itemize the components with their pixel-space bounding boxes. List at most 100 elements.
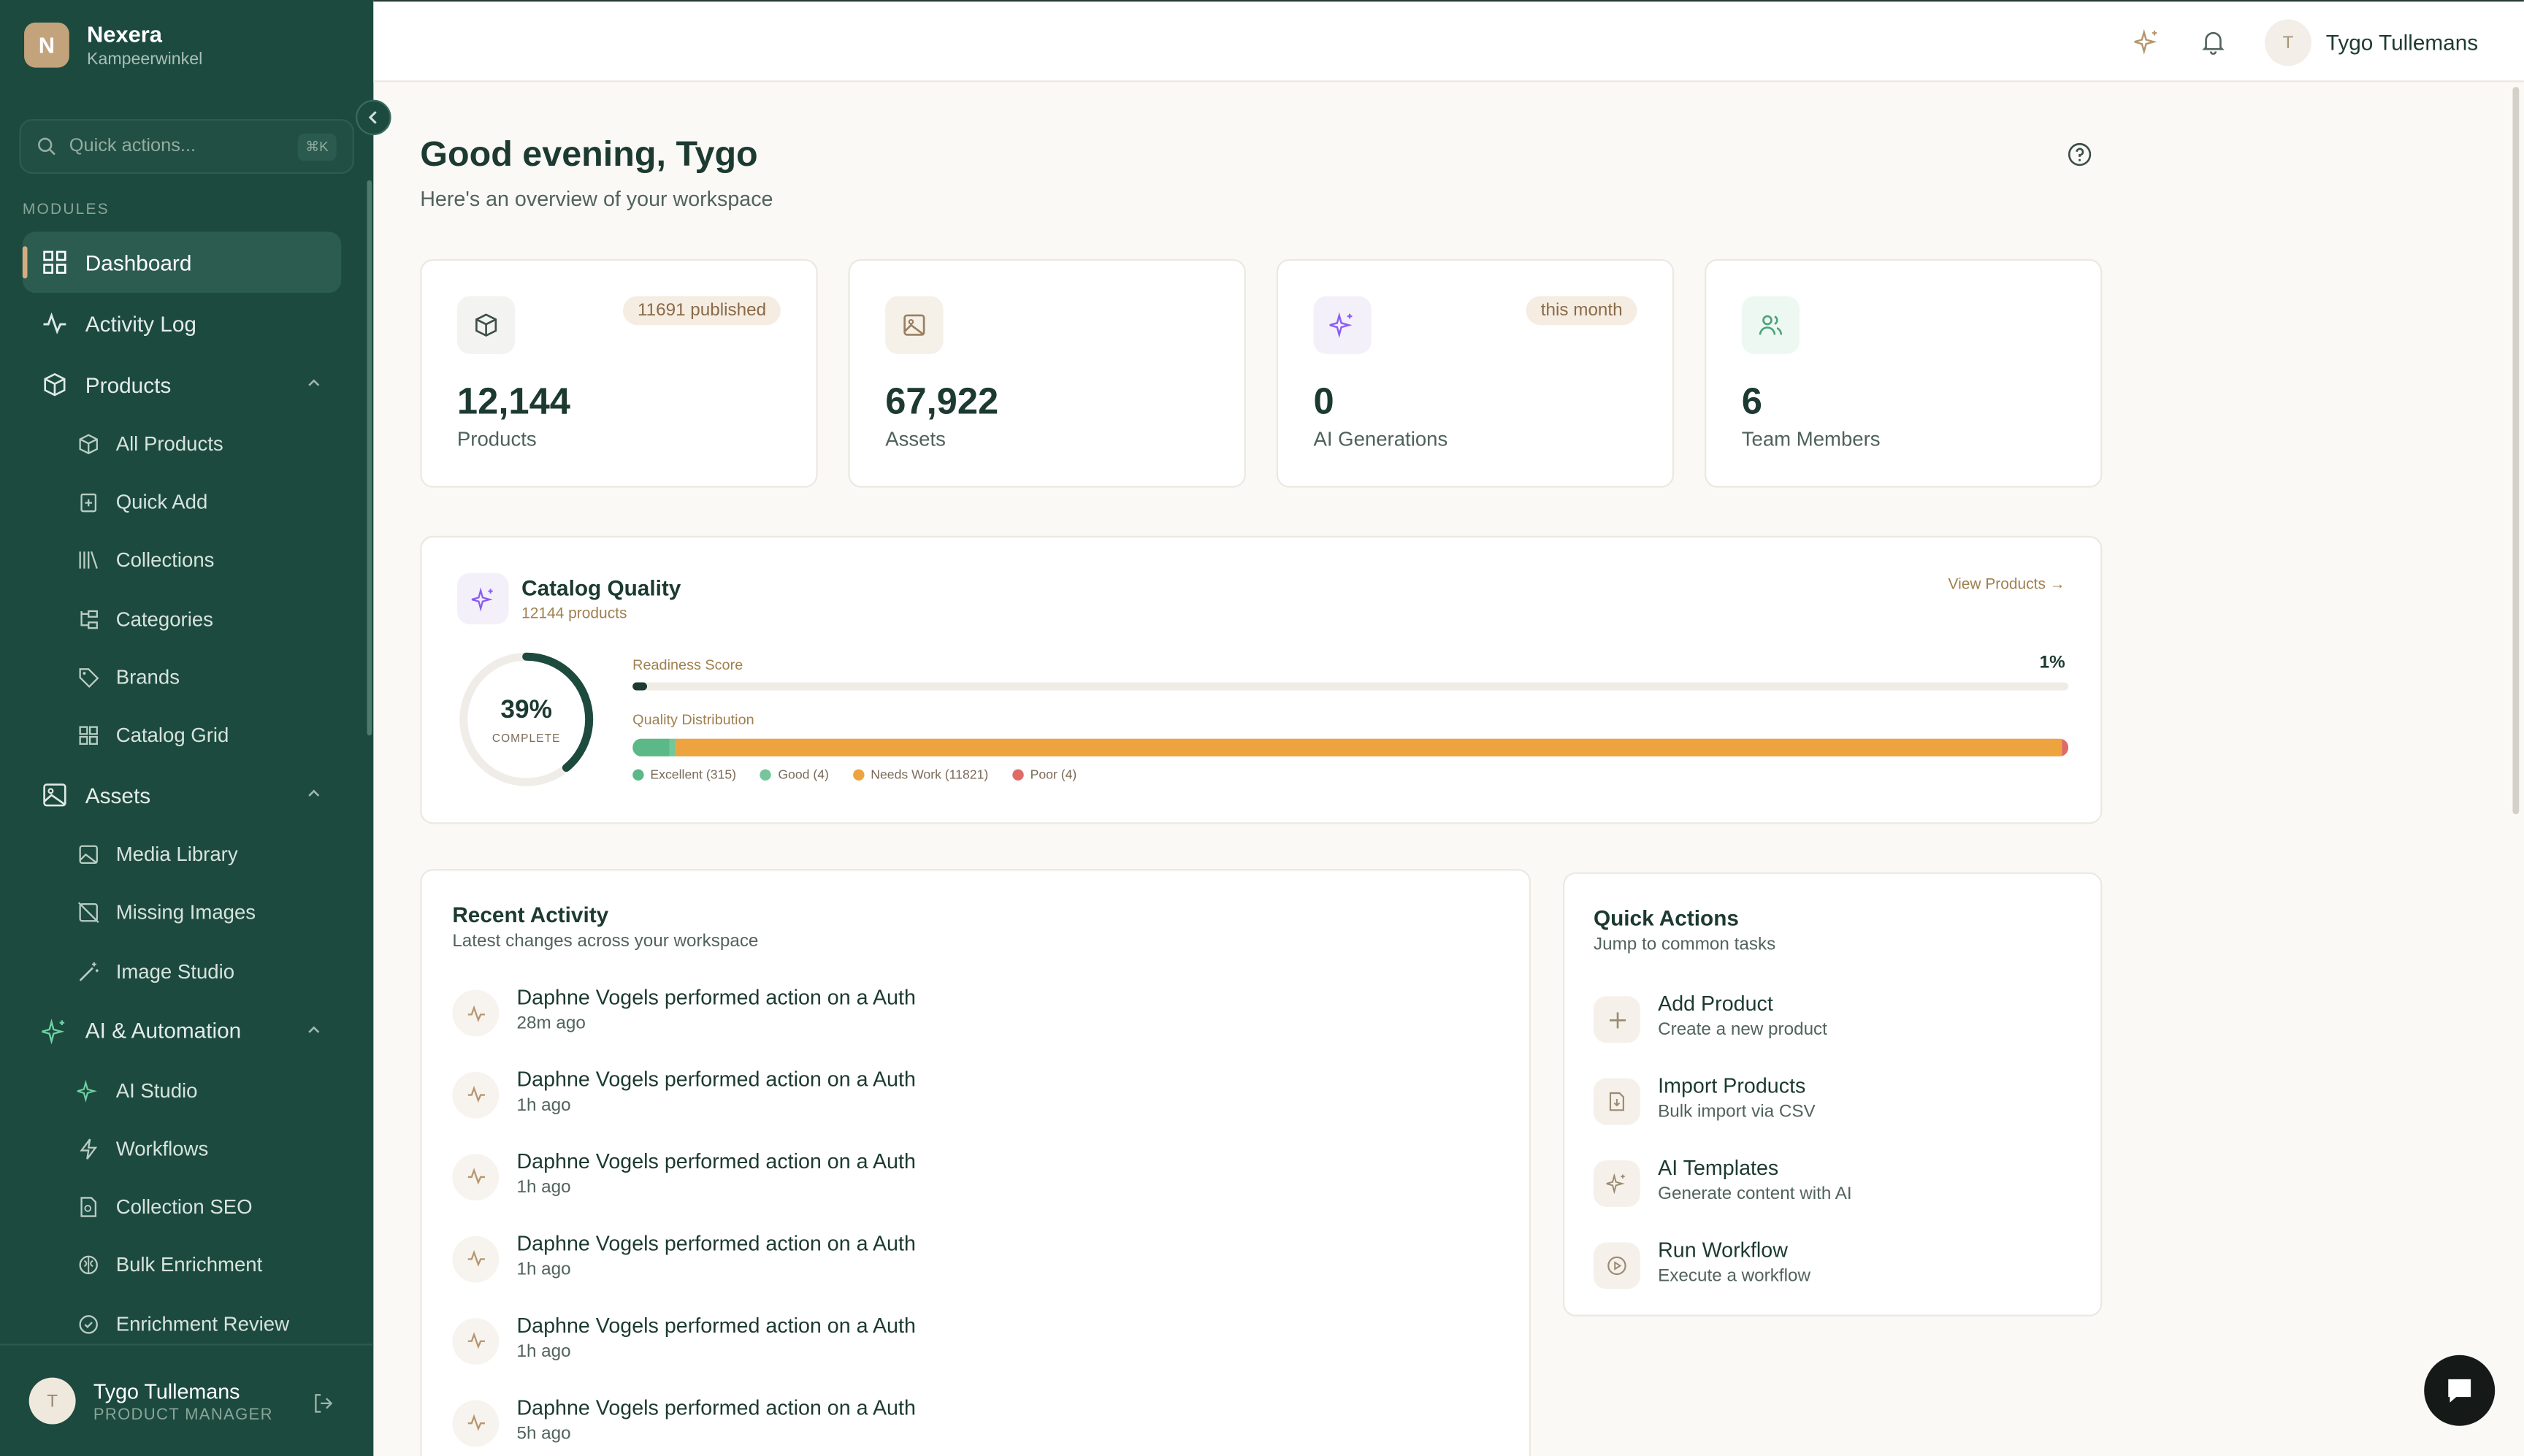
activity-action: performed action on a Auth bbox=[664, 1149, 916, 1173]
sidebar-item-ai-studio[interactable]: AI Studio bbox=[23, 1062, 341, 1120]
play-circle-icon bbox=[1593, 1242, 1640, 1290]
brand-subtitle: Kampeerwinkel bbox=[87, 50, 203, 69]
activity-item[interactable]: Daphne Vogels performed action on a Auth… bbox=[452, 1313, 1483, 1377]
activity-action: performed action on a Auth bbox=[664, 1312, 916, 1337]
sidebar-item-label: Products bbox=[85, 372, 172, 397]
collapse-sidebar-button[interactable] bbox=[356, 99, 391, 136]
stat-label: AI Generations bbox=[1313, 428, 1448, 451]
sidebar-item-media-library[interactable]: Media Library bbox=[23, 826, 341, 884]
sidebar-item-catalog-grid[interactable]: Catalog Grid bbox=[23, 706, 341, 765]
sidebar-item-workflows[interactable]: Workflows bbox=[23, 1120, 341, 1179]
card-subtitle: Latest changes across your workspace bbox=[452, 932, 759, 951]
activity-item[interactable]: Daphne Vogels performed action on a Auth… bbox=[452, 985, 1483, 1049]
brain-icon bbox=[79, 1256, 98, 1275]
stat-card-ai-generations[interactable]: this month 0 AI Generations bbox=[1276, 258, 1675, 488]
box-icon bbox=[42, 372, 67, 397]
readiness-fill bbox=[632, 682, 647, 691]
catalog-quality-card: Catalog Quality 12144 products View Prod… bbox=[420, 535, 2103, 824]
distribution-label: Quality Distribution bbox=[632, 711, 754, 728]
stat-card-team-members[interactable]: 6 Team Members bbox=[1705, 258, 2103, 488]
quick-action-import-products[interactable]: Import Products Bulk import via CSV bbox=[1593, 1073, 2076, 1138]
file-import-icon bbox=[1593, 1078, 1640, 1125]
tag-icon bbox=[79, 667, 99, 688]
sparkles-icon bbox=[77, 1079, 97, 1103]
activity-time: 5h ago bbox=[516, 1423, 571, 1443]
sparkles-icon bbox=[42, 1018, 67, 1044]
stat-label: Team Members bbox=[1741, 428, 1881, 451]
quick-action-subtitle: Generate content with AI bbox=[1658, 1184, 1852, 1204]
completion-label: COMPLETE bbox=[492, 734, 561, 746]
chat-launcher-button[interactable] bbox=[2424, 1355, 2496, 1426]
user-profile[interactable]: T Tygo Tullemans PRODUCT MANAGER bbox=[0, 1344, 374, 1456]
readiness-label: Readiness Score bbox=[632, 656, 743, 673]
activity-action: performed action on a Auth bbox=[664, 1067, 916, 1092]
sidebar-item-quick-add[interactable]: Quick Add bbox=[23, 473, 341, 532]
activity-user: Daphne Vogels bbox=[516, 1394, 659, 1419]
stat-card-products[interactable]: 11691 published 12,144 Products bbox=[420, 258, 818, 488]
quick-action-run-workflow[interactable]: Run Workflow Execute a workflow bbox=[1593, 1238, 2076, 1302]
avatar[interactable]: T bbox=[2265, 19, 2311, 66]
quick-action-subtitle: Create a new product bbox=[1658, 1020, 1827, 1040]
plus-icon bbox=[1593, 996, 1640, 1043]
user-menu-name[interactable]: Tygo Tullemans bbox=[2326, 31, 2478, 55]
sidebar-item-ai-automation[interactable]: AI & Automation bbox=[23, 1000, 341, 1062]
sidebar-item-products[interactable]: Products bbox=[23, 354, 341, 415]
completion-gauge: 39% COMPLETE bbox=[457, 650, 596, 789]
sidebar: N Nexera Kampeerwinkel Quick actions... … bbox=[0, 0, 391, 1456]
quick-action-ai-templates[interactable]: AI Templates Generate content with AI bbox=[1593, 1155, 2076, 1219]
activity-item[interactable]: Daphne Vogels performed action on a Auth… bbox=[452, 1230, 1483, 1295]
quick-action-title: Add Product bbox=[1658, 991, 1773, 1016]
sidebar-item-collection-seo[interactable]: Collection SEO bbox=[23, 1178, 341, 1236]
stat-value: 0 bbox=[1313, 380, 1334, 422]
activity-time: 1h ago bbox=[516, 1260, 571, 1279]
activity-action: performed action on a Auth bbox=[664, 1230, 916, 1255]
bell-icon[interactable] bbox=[2200, 29, 2226, 55]
recent-activity-card: Recent Activity Latest changes across yo… bbox=[420, 869, 1531, 1456]
sidebar-item-all-products[interactable]: All Products bbox=[23, 415, 341, 474]
chevron-left-icon bbox=[368, 111, 377, 124]
quick-action-add-product[interactable]: Add Product Create a new product bbox=[1593, 991, 2076, 1056]
sidebar-item-bulk-enrichment[interactable]: Bulk Enrichment bbox=[23, 1236, 341, 1295]
sidebar-nav: Dashboard Activity Log Products All Prod… bbox=[22, 231, 342, 1352]
activity-item[interactable]: Daphne Vogels performed action on a Auth… bbox=[452, 1067, 1483, 1131]
legend-item: Excellent (315) bbox=[632, 767, 736, 782]
stat-card-assets[interactable]: 67,922 Assets bbox=[848, 258, 1246, 488]
file-search-icon bbox=[80, 1197, 97, 1218]
sidebar-item-activity-log[interactable]: Activity Log bbox=[23, 293, 341, 354]
readiness-bar bbox=[632, 682, 2069, 691]
activity-item[interactable]: Daphne Vogels performed action on a Auth… bbox=[452, 1149, 1483, 1213]
stat-value: 12,144 bbox=[456, 380, 571, 422]
workspace-switcher[interactable]: N Nexera Kampeerwinkel bbox=[24, 21, 202, 69]
sidebar-scrollbar[interactable] bbox=[367, 180, 372, 736]
legend-item: Good (4) bbox=[760, 767, 829, 782]
sidebar-item-missing-images[interactable]: Missing Images bbox=[23, 884, 341, 943]
modules-label: MODULES bbox=[22, 201, 110, 219]
sidebar-item-label: Media Library bbox=[115, 843, 238, 867]
sidebar-item-collections[interactable]: Collections bbox=[23, 532, 341, 590]
quick-actions-search[interactable]: Quick actions... ⌘K bbox=[19, 119, 354, 175]
view-products-link[interactable]: View Products → bbox=[1948, 576, 2065, 594]
stat-label: Assets bbox=[885, 428, 946, 451]
shortcut-hint: ⌘K bbox=[297, 132, 337, 161]
activity-user: Daphne Vogels bbox=[516, 1230, 659, 1255]
sidebar-item-label: Missing Images bbox=[115, 902, 256, 924]
card-title: Catalog Quality bbox=[521, 576, 681, 601]
logout-icon[interactable] bbox=[313, 1392, 335, 1414]
sidebar-item-label: All Products bbox=[115, 433, 223, 456]
sidebar-item-brands[interactable]: Brands bbox=[23, 648, 341, 707]
sidebar-item-dashboard[interactable]: Dashboard bbox=[22, 231, 342, 294]
quick-action-title: Import Products bbox=[1658, 1073, 1806, 1098]
sidebar-item-assets[interactable]: Assets bbox=[23, 765, 341, 826]
page-title: Good evening, Tygo bbox=[420, 133, 758, 175]
sparkles-icon[interactable] bbox=[2134, 28, 2160, 55]
sidebar-item-categories[interactable]: Categories bbox=[23, 590, 341, 648]
sidebar-item-image-studio[interactable]: Image Studio bbox=[23, 942, 341, 1000]
zap-icon bbox=[80, 1138, 98, 1160]
main-scrollbar[interactable] bbox=[2512, 87, 2520, 815]
search-icon bbox=[38, 137, 56, 156]
help-icon[interactable] bbox=[2067, 142, 2092, 167]
activity-icon bbox=[452, 1399, 500, 1447]
chevron-up-icon bbox=[308, 789, 320, 797]
quick-actions-card: Quick Actions Jump to common tasks Add P… bbox=[1563, 872, 2103, 1317]
activity-item[interactable]: Daphne Vogels performed action on a Auth… bbox=[452, 1395, 1483, 1456]
